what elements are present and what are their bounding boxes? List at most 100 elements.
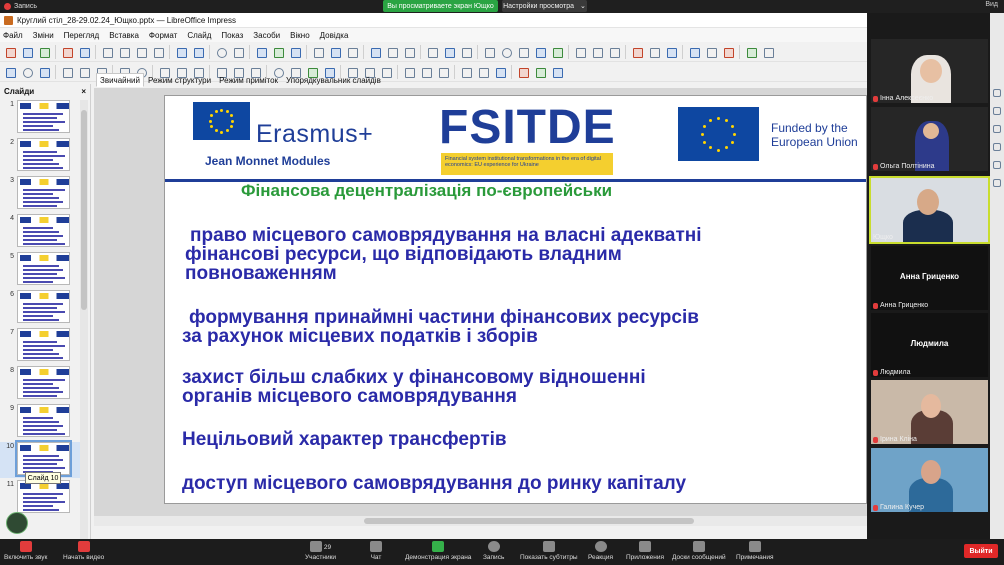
view-tab[interactable]: Упорядкувальник слайдів [282, 73, 385, 87]
slide-thumbnail-row[interactable]: 5 [0, 252, 80, 288]
bullet-2[interactable]: формування принаймні частини фінансових … [182, 308, 699, 346]
leave-meeting-button[interactable]: Выйти [964, 544, 998, 558]
participant-tile-active-speaker[interactable]: Ющко [869, 176, 990, 244]
slide-thumbnail[interactable] [17, 290, 70, 323]
menu-item[interactable]: Перегляд [64, 31, 100, 40]
toolbar-button-icon[interactable] [61, 46, 73, 58]
slide-title[interactable]: Фінансова децентралізація по-європейськи [241, 181, 612, 201]
slide-thumbnail[interactable] [17, 138, 70, 171]
toolbar-button-icon[interactable] [21, 66, 33, 78]
toolbar-button-icon[interactable] [494, 66, 506, 78]
toolbar-button-icon[interactable] [329, 46, 341, 58]
whiteboards-button[interactable]: Доски сообщений [672, 541, 726, 565]
toolbar-button-icon[interactable] [369, 46, 381, 58]
toolbar-button-icon[interactable] [551, 46, 563, 58]
participant-tile[interactable]: Інна Алексеєнко [871, 39, 988, 103]
toolbar-button-icon[interactable] [386, 46, 398, 58]
slide-thumbnail-row[interactable]: 6 [0, 290, 80, 326]
toolbar-button-icon[interactable] [135, 46, 147, 58]
toolbar-button-icon[interactable] [483, 46, 495, 58]
toolbar-button-icon[interactable] [665, 46, 677, 58]
scrollbar-thumb[interactable] [81, 110, 87, 310]
pen-icon[interactable] [6, 512, 28, 534]
view-tab[interactable]: Режим приміток [215, 73, 282, 87]
toolbar-button-icon[interactable] [551, 66, 563, 78]
notes-button[interactable]: Примечания [736, 541, 774, 565]
view-tab[interactable]: Режим структури [144, 73, 215, 87]
slide-thumbnail-row[interactable]: 9 [0, 404, 80, 440]
toolbar-button-icon[interactable] [762, 46, 774, 58]
slide-thumbnail-row[interactable]: 4 [0, 214, 80, 250]
toolbar-button-icon[interactable] [38, 66, 50, 78]
chat-button[interactable]: Чат [370, 541, 382, 565]
toolbar-button-icon[interactable] [477, 66, 489, 78]
bullet-1[interactable]: право місцевого самоврядування на власні… [185, 226, 702, 283]
menu-item[interactable]: Слайд [187, 31, 211, 40]
toolbar-button-icon[interactable] [443, 46, 455, 58]
toolbar-button-icon[interactable] [255, 46, 267, 58]
sidebar-deck-icon[interactable] [993, 89, 1001, 97]
bullet-3[interactable]: захист більш слабких у фінансовому відно… [182, 368, 646, 406]
slide-thumbnail-row[interactable]: 7 [0, 328, 80, 364]
participant-tile[interactable]: Людмила Людмила [871, 313, 988, 377]
toolbar-button-icon[interactable] [608, 46, 620, 58]
toolbar-button-icon[interactable] [101, 46, 113, 58]
toolbar-button-icon[interactable] [175, 46, 187, 58]
toolbar-button-icon[interactable] [631, 46, 643, 58]
toolbar-button-icon[interactable] [460, 46, 472, 58]
slide-thumbnail[interactable] [17, 404, 70, 437]
toolbar-button-icon[interactable] [272, 46, 284, 58]
participants-button[interactable]: 29 Участники [305, 541, 336, 565]
menu-item[interactable]: Вставка [109, 31, 139, 40]
toolbar-button-icon[interactable] [722, 46, 734, 58]
unmute-button[interactable]: Включить звук [4, 541, 47, 565]
apps-button[interactable]: Приложения [626, 541, 664, 565]
start-video-button[interactable]: Начать видео [63, 541, 104, 565]
close-icon[interactable]: × [81, 87, 86, 96]
bullet-4[interactable]: Нецільовий характер трансфертів [182, 430, 507, 449]
toolbar-button-icon[interactable] [21, 46, 33, 58]
toolbar-button-icon[interactable] [38, 46, 50, 58]
toolbar-button-icon[interactable] [403, 66, 415, 78]
recording-indicator[interactable]: Запись [4, 1, 37, 12]
bullet-5[interactable]: доступ місцевого самоврядування до ринку… [182, 474, 686, 493]
slide-thumbnail[interactable] [17, 214, 70, 247]
toolbar-button-icon[interactable] [312, 46, 324, 58]
slide-thumbnail[interactable] [15, 440, 72, 477]
view-menu[interactable]: Вид [985, 1, 998, 8]
participant-tile[interactable]: Галина Кучер [871, 448, 988, 512]
toolbar-button-icon[interactable] [426, 46, 438, 58]
toolbar-button-icon[interactable] [460, 66, 472, 78]
toolbar-button-icon[interactable] [591, 46, 603, 58]
menu-item[interactable]: Зміни [33, 31, 54, 40]
sidebar-deck-icon[interactable] [993, 125, 1001, 133]
horizontal-scrollbar[interactable] [94, 516, 867, 526]
toolbar-button-icon[interactable] [517, 66, 529, 78]
slide-thumbnail-row[interactable]: 1 [0, 100, 80, 136]
toolbar-button-icon[interactable] [688, 46, 700, 58]
slide-thumbnail[interactable] [17, 480, 70, 513]
reactions-button[interactable]: Реакция [588, 541, 613, 565]
sidebar-deck-icon[interactable] [993, 161, 1001, 169]
toolbar-button-icon[interactable] [78, 66, 90, 78]
slide-thumbnail-row[interactable]: 3 [0, 176, 80, 212]
participant-tile[interactable]: Ірина Кліна [871, 380, 988, 444]
toolbar-button-icon[interactable] [705, 46, 717, 58]
share-screen-button[interactable]: Демонстрация экрана [405, 541, 471, 565]
current-slide[interactable]: Erasmus+ Jean Monnet Modules FSITDE Fina… [164, 95, 867, 504]
toolbar-button-icon[interactable] [232, 46, 244, 58]
toolbar-button-icon[interactable] [61, 66, 73, 78]
toolbar-button-icon[interactable] [118, 46, 130, 58]
slide-thumbnail-row[interactable]: 11 [0, 480, 80, 516]
toolbar-button-icon[interactable] [289, 46, 301, 58]
slide-thumbnail[interactable] [17, 100, 70, 133]
toolbar-button-icon[interactable] [152, 46, 164, 58]
participant-tile[interactable]: Ольга Полтінина [871, 107, 988, 171]
toolbar-button-icon[interactable] [517, 46, 529, 58]
toolbar-button-icon[interactable] [215, 46, 227, 58]
participant-tile[interactable]: Анна Гриценко Анна Гриценко [871, 246, 988, 310]
menu-item[interactable]: Довідка [320, 31, 349, 40]
menu-item[interactable]: Формат [149, 31, 177, 40]
toolbar-button-icon[interactable] [745, 46, 757, 58]
menu-item[interactable]: Засоби [253, 31, 280, 40]
